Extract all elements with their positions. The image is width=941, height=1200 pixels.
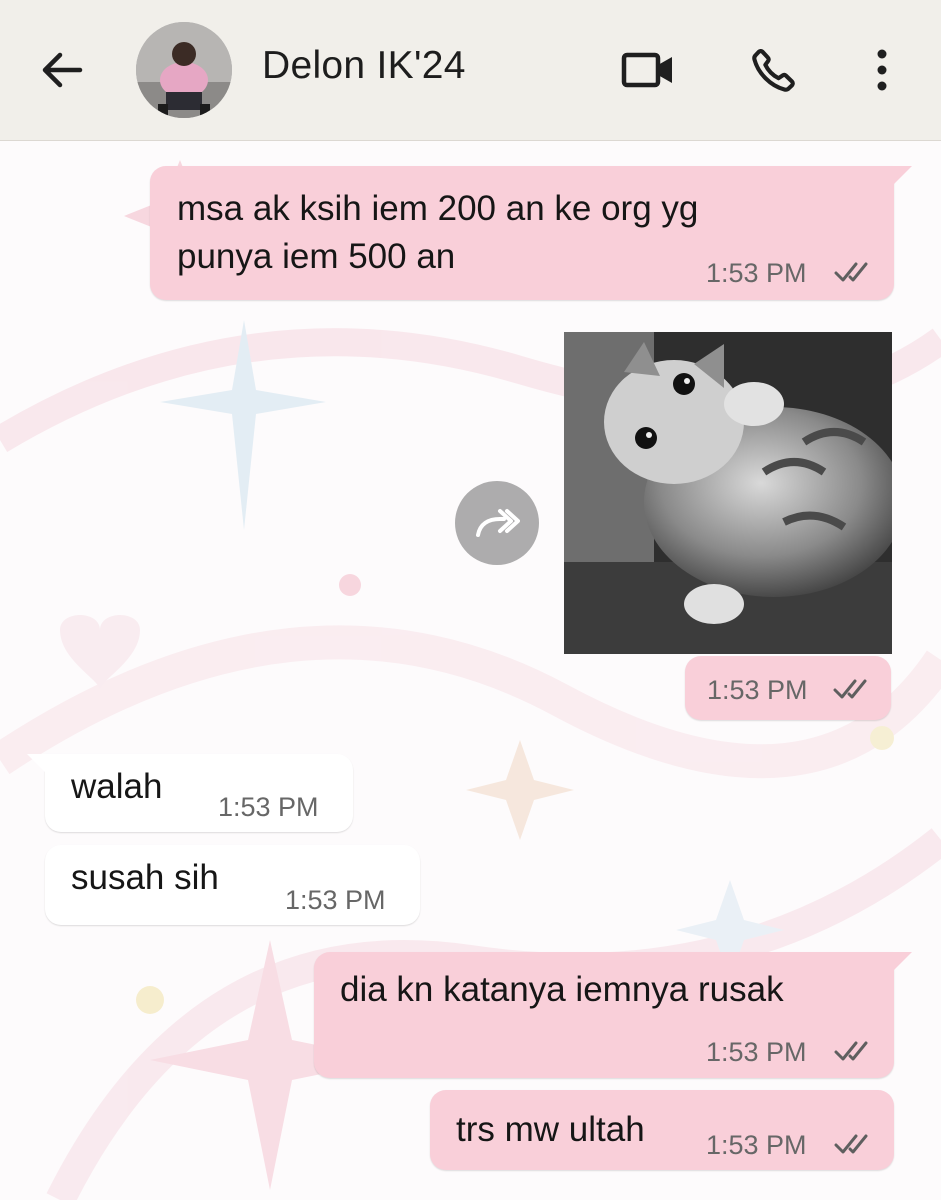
voice-call-button[interactable] [744,40,804,100]
chat-header: Delon IK'24 [0,0,941,141]
message-time: 1:53 PM [707,675,808,705]
outgoing-message[interactable]: msa ak ksih iem 200 an ke org yg punya i… [150,166,912,300]
double-check-icon [834,1134,868,1154]
incoming-message[interactable]: susah sih 1:53 PM [45,845,420,925]
image-caption-bubble: 1:53 PM [685,656,891,720]
arrow-left-icon [42,52,83,88]
double-check-icon [834,262,868,282]
message-time: 1:53 PM [706,258,807,288]
forward-button[interactable] [455,481,539,565]
message-time: 1:53 PM [218,792,319,822]
contact-name[interactable]: Delon IK'24 [262,44,466,88]
message-text: msa ak ksih iem 200 an ke org yg [177,189,699,228]
message-text: trs mw ultah [456,1110,645,1149]
outgoing-message[interactable]: trs mw ultah 1:53 PM [430,1090,894,1170]
forward-icon [476,509,520,537]
double-check-icon [834,1041,868,1061]
bubble-tail [27,754,45,772]
phone-icon [752,48,795,92]
message-text: susah sih [71,858,219,897]
kitten-photo [564,332,892,654]
video-call-button[interactable] [618,40,678,100]
message-time: 1:53 PM [706,1130,807,1160]
more-vertical-icon [877,49,887,91]
more-options-button[interactable] [852,40,912,100]
double-check-icon [833,679,867,699]
message-text: walah [71,767,163,806]
message-time: 1:53 PM [285,885,386,915]
message-text: punya iem 500 an [177,237,456,276]
message-text: dia kn katanya iemnya rusak [340,970,784,1009]
bubble-tail [894,166,912,184]
message-time: 1:53 PM [706,1037,807,1067]
bubble-tail [894,952,912,970]
outgoing-message[interactable]: dia kn katanya iemnya rusak 1:53 PM [314,952,912,1078]
contact-avatar[interactable] [136,22,232,118]
back-button[interactable] [36,44,88,96]
avatar-photo [136,22,232,118]
video-camera-icon [621,52,672,88]
incoming-message[interactable]: walah 1:53 PM [27,754,353,832]
image-message[interactable] [564,332,892,654]
